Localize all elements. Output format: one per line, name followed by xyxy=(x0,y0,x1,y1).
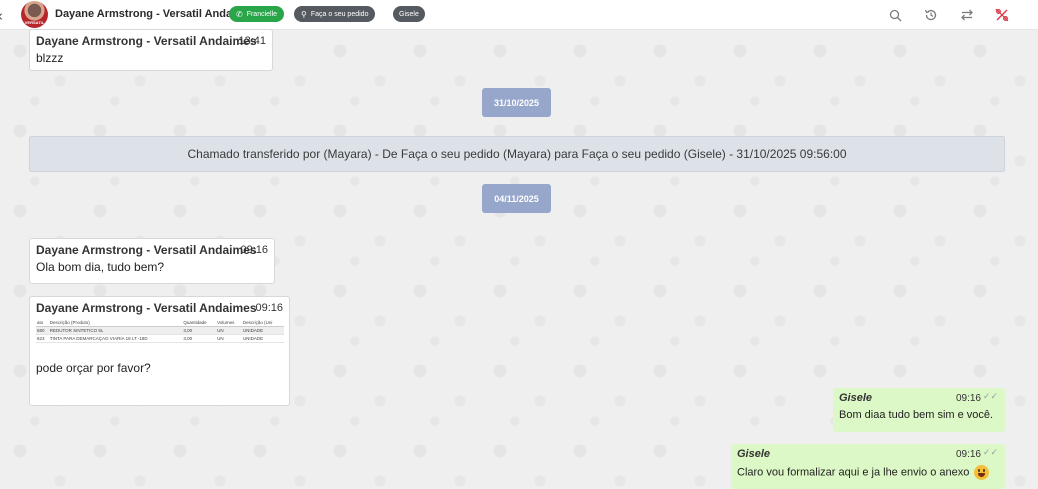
table-cell: UN xyxy=(216,326,242,335)
table-header: ato xyxy=(36,319,49,327)
message-time: 09:16 xyxy=(955,449,981,460)
table-cell: TINTA PARA DEMARCAÇAO VIARIA 18 LT -18D xyxy=(48,334,183,343)
back-chevron-icon[interactable]: ‹ xyxy=(0,7,3,25)
avatar-brand-text: VERSATIL xyxy=(24,20,45,25)
transfer-icon[interactable] xyxy=(958,6,976,24)
table-cell: UN xyxy=(216,334,242,343)
table-header: Quantidade xyxy=(182,319,217,327)
assignee-tag-label: Gisele xyxy=(399,10,419,18)
message-author: Dayane Armstrong - Versatil Andaimes xyxy=(36,301,257,315)
message-time: 09:16 xyxy=(955,393,981,404)
outgoing-message[interactable]: Gisele 09:16 ✓✓ Claro vou formalizar aqu… xyxy=(731,444,1005,489)
table-header: Descrição (Uni xyxy=(241,319,284,327)
table-header: Descrição (Produto) xyxy=(48,319,183,327)
department-tag[interactable]: ⚲ Faça o seu pedido xyxy=(294,6,376,22)
grinning-emoji-icon xyxy=(974,465,990,480)
sitemap-icon: ⚲ xyxy=(301,9,307,19)
table-row: 623 TINTA PARA DEMARCAÇAO VIARIA 18 LT -… xyxy=(36,334,284,343)
message-time: 13:41 xyxy=(238,35,266,47)
table-cell: 3,00 xyxy=(182,326,217,335)
close-percent-icon[interactable] xyxy=(993,6,1011,24)
message-author: Dayane Armstrong - Versatil Andaimes xyxy=(36,34,257,48)
table-cell: UNIDADE xyxy=(241,326,284,335)
message-text: Bom diaa tudo bem sim e você. xyxy=(839,409,994,421)
message-time: 09:16 xyxy=(255,302,283,314)
message-author: Dayane Armstrong - Versatil Andaimes xyxy=(36,243,257,257)
table-cell: 623 xyxy=(36,334,49,343)
table-cell: 680 xyxy=(36,326,49,335)
date-separator: 04/11/2025 xyxy=(482,184,551,213)
table-cell: 3,00 xyxy=(182,334,217,343)
incoming-message[interactable]: Dayane Armstrong - Versatil Andaimes 09:… xyxy=(29,238,275,284)
attached-order-image[interactable]: ato Descrição (Produto) Quantidade Volum… xyxy=(36,319,284,343)
contact-name: Dayane Armstrong - Versatil Andaimes xyxy=(55,8,258,20)
assignee-tag[interactable]: Gisele xyxy=(393,6,425,22)
date-separator: 31/10/2025 xyxy=(482,88,551,117)
table-header: Volumes xyxy=(216,319,242,327)
agent-tag[interactable]: ✆ Francielle xyxy=(229,6,285,22)
agent-tag-label: Francielle xyxy=(246,10,278,18)
outgoing-message[interactable]: Gisele 09:16 ✓✓ Bom diaa tudo bem sim e … xyxy=(833,388,1005,432)
avatar[interactable]: VERSATIL xyxy=(21,1,48,28)
department-tag-label: Faça o seu pedido xyxy=(310,10,369,18)
chat-area[interactable]: Dayane Armstrong - Versatil Andaimes 13:… xyxy=(0,29,1038,489)
system-message: Chamado transferido por (Mayara) - De Fa… xyxy=(29,136,1005,172)
chat-header: ‹ VERSATIL Dayane Armstrong - Versatil A… xyxy=(0,0,1038,30)
read-check-icon: ✓✓ xyxy=(982,448,998,458)
message-text: Ola bom dia, tudo bem? xyxy=(36,260,165,274)
read-check-icon: ✓✓ xyxy=(982,392,998,402)
message-text: Claro vou formalizar aqui e ja lhe envio… xyxy=(737,466,970,479)
message-text: blzzz xyxy=(36,51,64,65)
history-icon[interactable] xyxy=(922,6,940,24)
system-message-text: Chamado transferido por (Mayara) - De Fa… xyxy=(187,147,847,161)
table-cell: UNIDADE xyxy=(241,334,284,343)
whatsapp-icon: ✆ xyxy=(236,9,243,19)
message-text: pode orçar por favor? xyxy=(36,361,151,375)
search-icon[interactable] xyxy=(886,6,904,24)
table-cell: REDUTOR SINTETICO 5L xyxy=(48,326,183,335)
message-text-row: Claro vou formalizar aqui e ja lhe envio… xyxy=(737,465,999,480)
message-time: 09:16 xyxy=(240,244,268,256)
incoming-message[interactable]: Dayane Armstrong - Versatil Andaimes 13:… xyxy=(29,29,273,71)
incoming-message-with-image[interactable]: Dayane Armstrong - Versatil Andaimes 09:… xyxy=(29,296,290,406)
table-row: 680 REDUTOR SINTETICO 5L 3,00 UN UNIDADE xyxy=(36,326,284,335)
